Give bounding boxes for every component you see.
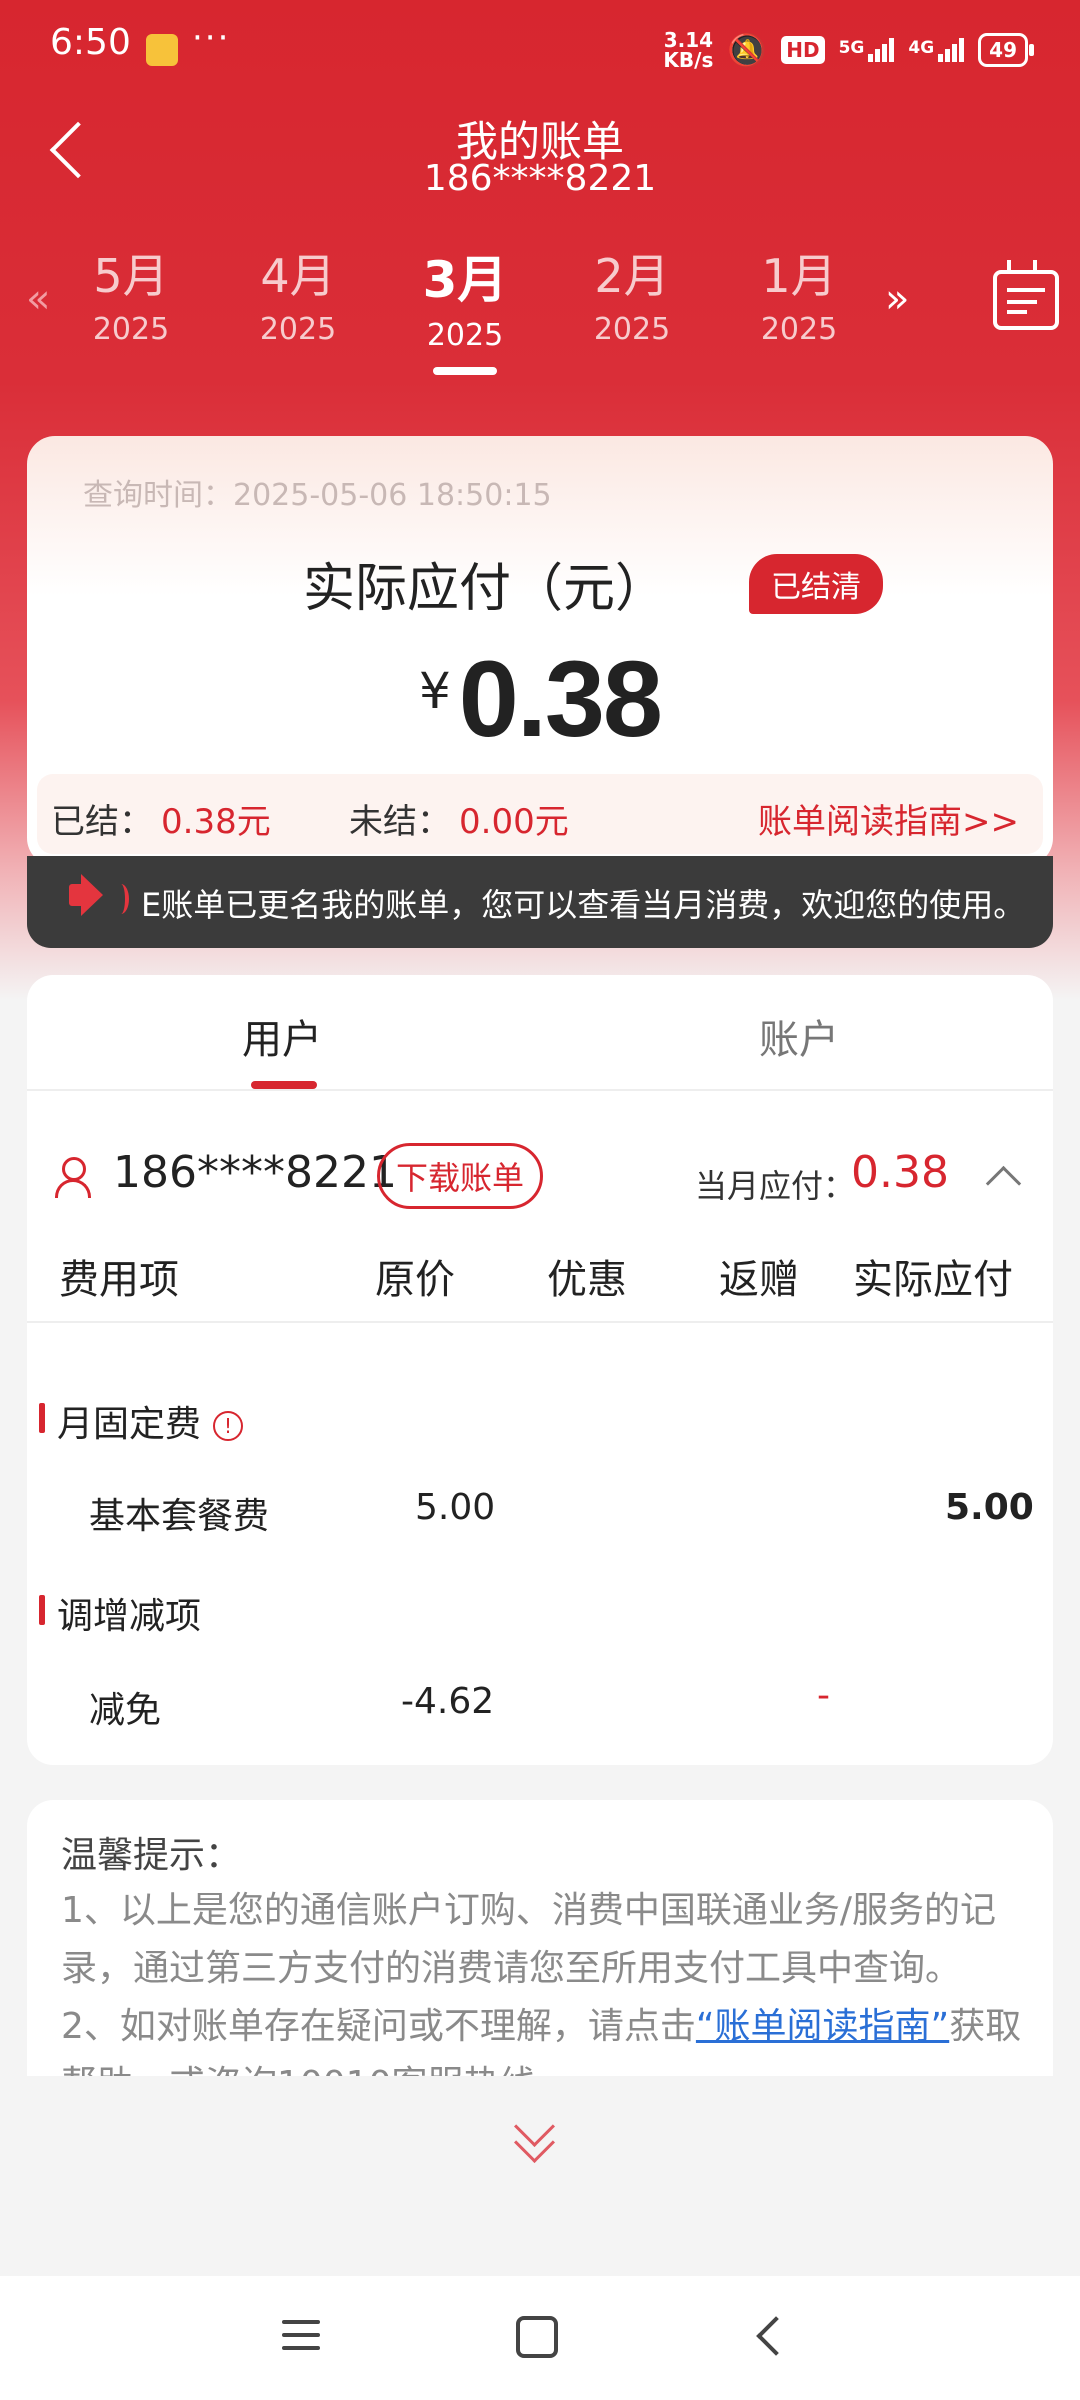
status-right: 3.14 KB/s 🔕 HD 5G 4G 49 <box>663 30 1034 70</box>
unsettled-label: 未结： <box>349 802 451 842</box>
month-label: 4月 <box>260 249 336 303</box>
next-months-icon[interactable]: » <box>885 276 909 322</box>
user-phone: 186****8221 <box>113 1147 397 1198</box>
month-label: 5月 <box>93 249 169 303</box>
month-label: 1月 <box>761 249 837 303</box>
month-year: 2025 <box>259 312 337 347</box>
detail-tabs: 用户 账户 <box>27 975 1053 1091</box>
settled-value: 0.38元 <box>161 802 271 842</box>
collapse-chevron-icon[interactable] <box>985 1165 1022 1202</box>
pay-label-text: 实际应付（元） <box>302 559 667 619</box>
month-label: 3月 <box>422 251 508 309</box>
active-month-indicator <box>433 367 497 375</box>
status-time: 6:50 <box>50 22 131 63</box>
notes-app-icon <box>146 34 178 66</box>
query-time: 查询时间：2025-05-06 18:50:15 <box>83 478 552 513</box>
tips-card: 温馨提示： 1、以上是您的通信账户订购、消费中国联通业务/服务的记录，通过第三方… <box>27 1800 1053 2076</box>
signal-4g-icon: 4G <box>908 38 965 62</box>
tab-user[interactable]: 用户 <box>242 1007 322 1065</box>
month-label: 2月 <box>594 249 670 303</box>
month-year: 2025 <box>593 312 671 347</box>
tips-line-2: 2、如对账单存在疑问或不理解，请点击 <box>61 2006 696 2047</box>
section-monthly-fixed: 月固定费! <box>38 1395 244 1447</box>
tips-guide-link[interactable]: “账单阅读指南” <box>696 2006 949 2047</box>
settlement-row: 已结： 0.38元 未结： 0.00元 账单阅读指南>> <box>37 774 1043 854</box>
speaker-wave <box>113 884 129 914</box>
bill-guide-link[interactable]: 账单阅读指南>> <box>758 794 1019 843</box>
bill-detail-panel: 用户 账户 186****8221 下载账单 当月应付： 0.38 费用项 原价… <box>27 975 1053 1765</box>
mute-bell-icon: 🔕 <box>727 31 768 69</box>
signal-5g-label: 5G <box>838 38 865 58</box>
amount-value: 0.38 <box>458 638 663 759</box>
tips-line-1: 1、以上是您的通信账户订购、消费中国联通业务/服务的记录，通过第三方支付的消费请… <box>61 1890 997 1989</box>
network-speed-unit: KB/s <box>663 48 714 72</box>
col-rebate: 返赠 <box>719 1257 799 1303</box>
calendar-icon[interactable] <box>993 260 1059 330</box>
active-tab-indicator <box>251 1081 317 1089</box>
tab-account[interactable]: 账户 <box>759 1007 839 1065</box>
section-adjustments: 调增减项 <box>38 1587 202 1639</box>
unsettled-value: 0.00元 <box>459 802 569 842</box>
month-year: 2025 <box>426 318 504 353</box>
month-selector: « 5月 2025 4月 2025 3月 2025 2月 2025 1月 202… <box>0 240 1080 380</box>
more-notifications-icon: ··· <box>192 18 231 58</box>
network-speed: 3.14 KB/s <box>663 30 713 70</box>
pay-label: 实际应付（元） <box>27 546 1053 621</box>
network-speed-value: 3.14 <box>663 28 714 52</box>
month-tab-1[interactable]: 1月 2025 <box>729 240 869 347</box>
status-bar: 6:50 ··· 3.14 KB/s 🔕 HD 5G 4G 49 <box>0 0 1080 100</box>
notice-text: E账单已更名我的账单，您可以查看当月消费，欢迎您的使用。 <box>141 886 1026 924</box>
row-actual: - <box>817 1675 830 1716</box>
col-price: 原价 <box>375 1257 455 1303</box>
col-actual: 实际应付 <box>853 1257 1013 1303</box>
back-nav-icon[interactable] <box>756 2316 796 2356</box>
section-title: 调增减项 <box>57 1596 202 1637</box>
battery-icon: 49 <box>978 33 1034 67</box>
tips-title: 温馨提示： <box>61 1835 242 1876</box>
month-tab-3[interactable]: 3月 2025 <box>395 240 535 375</box>
header-phone: 186****8221 <box>423 158 657 199</box>
info-warning-icon[interactable]: ! <box>213 1411 244 1441</box>
month-year: 2025 <box>760 312 838 347</box>
speaker-icon <box>69 874 103 916</box>
user-icon <box>55 1157 91 1198</box>
signal-4g-label: 4G <box>908 38 935 58</box>
month-pay-value: 0.38 <box>851 1147 949 1198</box>
section-title: 月固定费 <box>57 1404 202 1445</box>
row-item: 基本套餐费 <box>89 1496 270 1537</box>
month-tab-2[interactable]: 2月 2025 <box>562 240 702 347</box>
month-year: 2025 <box>92 312 170 347</box>
settled-badge: 已结清 <box>749 554 883 614</box>
recent-apps-icon[interactable] <box>282 2320 320 2350</box>
notice-bar: E账单已更名我的账单，您可以查看当月消费，欢迎您的使用。 <box>27 856 1053 948</box>
expand-more-icon[interactable] <box>513 2105 556 2164</box>
month-tab-4[interactable]: 4月 2025 <box>228 240 368 347</box>
settled-label: 已结： <box>51 802 153 842</box>
tips-body: 1、以上是您的通信账户订购、消费中国联通业务/服务的记录，通过第三方支付的消费请… <box>61 1882 1023 2076</box>
row-actual: 5.00 <box>945 1487 1034 1528</box>
previous-months-icon[interactable]: « <box>26 276 50 322</box>
row-price: -4.62 <box>401 1681 495 1722</box>
table-header: 费用项 原价 优惠 返赠 实际应付 <box>27 1247 1053 1323</box>
download-bill-button[interactable]: 下载账单 <box>377 1143 544 1209</box>
row-item: 减免 <box>89 1690 162 1731</box>
bill-summary-card: 查询时间：2025-05-06 18:50:15 实际应付（元） 已结清 ¥0.… <box>27 436 1053 866</box>
signal-5g-icon: 5G <box>839 38 895 62</box>
col-discount: 优惠 <box>547 1257 627 1303</box>
hd-icon: HD <box>781 36 825 64</box>
currency-symbol: ¥ <box>418 662 451 720</box>
month-tab-5[interactable]: 5月 2025 <box>61 240 201 347</box>
system-nav-bar <box>0 2276 1080 2400</box>
month-pay-label: 当月应付： <box>695 1167 856 1205</box>
total-amount: ¥0.38 <box>27 636 1053 761</box>
col-item: 费用项 <box>59 1257 179 1303</box>
home-icon[interactable] <box>516 2316 558 2358</box>
row-price: 5.00 <box>415 1487 496 1528</box>
